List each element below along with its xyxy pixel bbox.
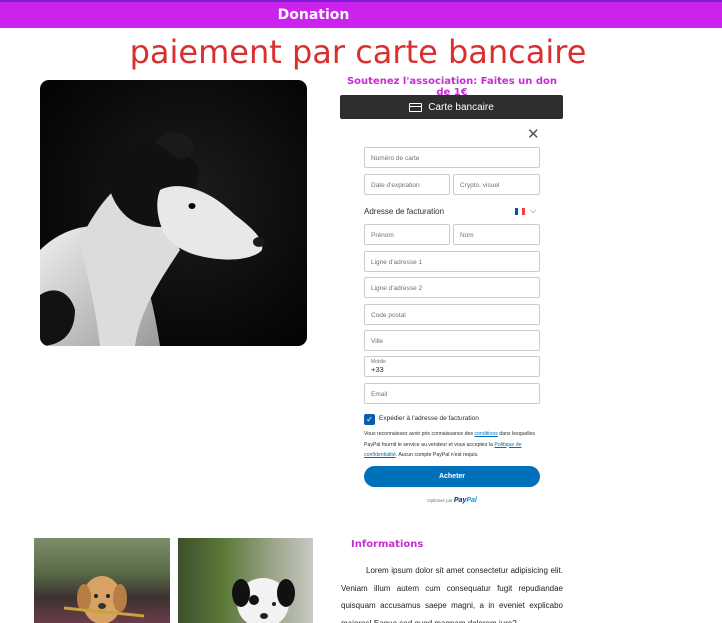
- mobile-field[interactable]: Mobile +33: [364, 356, 540, 377]
- top-bar: Donation: [0, 0, 722, 28]
- first-name-input[interactable]: Prénom: [364, 224, 450, 245]
- credit-card-button-label: Carte bancaire: [428, 101, 494, 113]
- powered-by-text: Optimisé par: [427, 498, 453, 503]
- close-icon[interactable]: ✕: [527, 127, 540, 142]
- address-line1-input[interactable]: Ligne d'adresse 1: [364, 251, 540, 272]
- billing-address-label: Adresse de facturation: [364, 207, 445, 216]
- dalmatian-illustration: [232, 578, 295, 623]
- puppy-photo: [34, 538, 170, 623]
- credit-card-button[interactable]: Carte bancaire: [340, 95, 563, 119]
- card-number-input[interactable]: Numéro de carte: [364, 147, 540, 168]
- email-input[interactable]: Email: [364, 383, 540, 404]
- legal-text-3: . Aucun compte PayPal n'est requis.: [395, 452, 479, 458]
- chevron-down-icon[interactable]: ⌵: [530, 206, 536, 216]
- last-name-input[interactable]: Nom: [453, 224, 540, 245]
- puppy-illustration: [63, 576, 145, 623]
- dog-illustration: [40, 132, 265, 346]
- header-title: Donation: [277, 7, 350, 23]
- expiry-input[interactable]: Date d'expiration: [364, 174, 450, 195]
- dog-photo: [40, 80, 307, 346]
- info-text: Lorem ipsum dolor sit amet consectetur a…: [341, 566, 563, 623]
- ship-to-billing-checkbox[interactable]: ✓: [364, 414, 375, 425]
- mobile-value: +33: [371, 365, 384, 374]
- credit-card-icon: [409, 102, 423, 112]
- ship-to-billing-label: Expédier à l'adresse de facturation: [379, 415, 479, 422]
- city-input[interactable]: Ville: [364, 330, 540, 351]
- buy-button[interactable]: Acheter: [364, 466, 540, 487]
- cvv-input[interactable]: Crypto. visuel: [453, 174, 540, 195]
- conditions-link[interactable]: conditions: [474, 431, 497, 437]
- info-title: Informations: [351, 539, 424, 550]
- paypal-logo: PayPal: [453, 497, 477, 504]
- postal-code-input[interactable]: Code postal: [364, 304, 540, 325]
- dalmatian-photo: [178, 538, 313, 623]
- legal-text-1: Vous reconnaissez avoir pris connaissanc…: [364, 431, 473, 437]
- france-flag-icon[interactable]: [515, 208, 525, 215]
- legal-notice: Vous reconnaissez avoir pris connaissanc…: [364, 429, 540, 461]
- powered-by-paypal: Optimisé par PayPal: [364, 497, 540, 504]
- address-line2-input[interactable]: Ligne d'adresse 2: [364, 277, 540, 298]
- page-title: paiement par carte bancaire: [129, 33, 587, 71]
